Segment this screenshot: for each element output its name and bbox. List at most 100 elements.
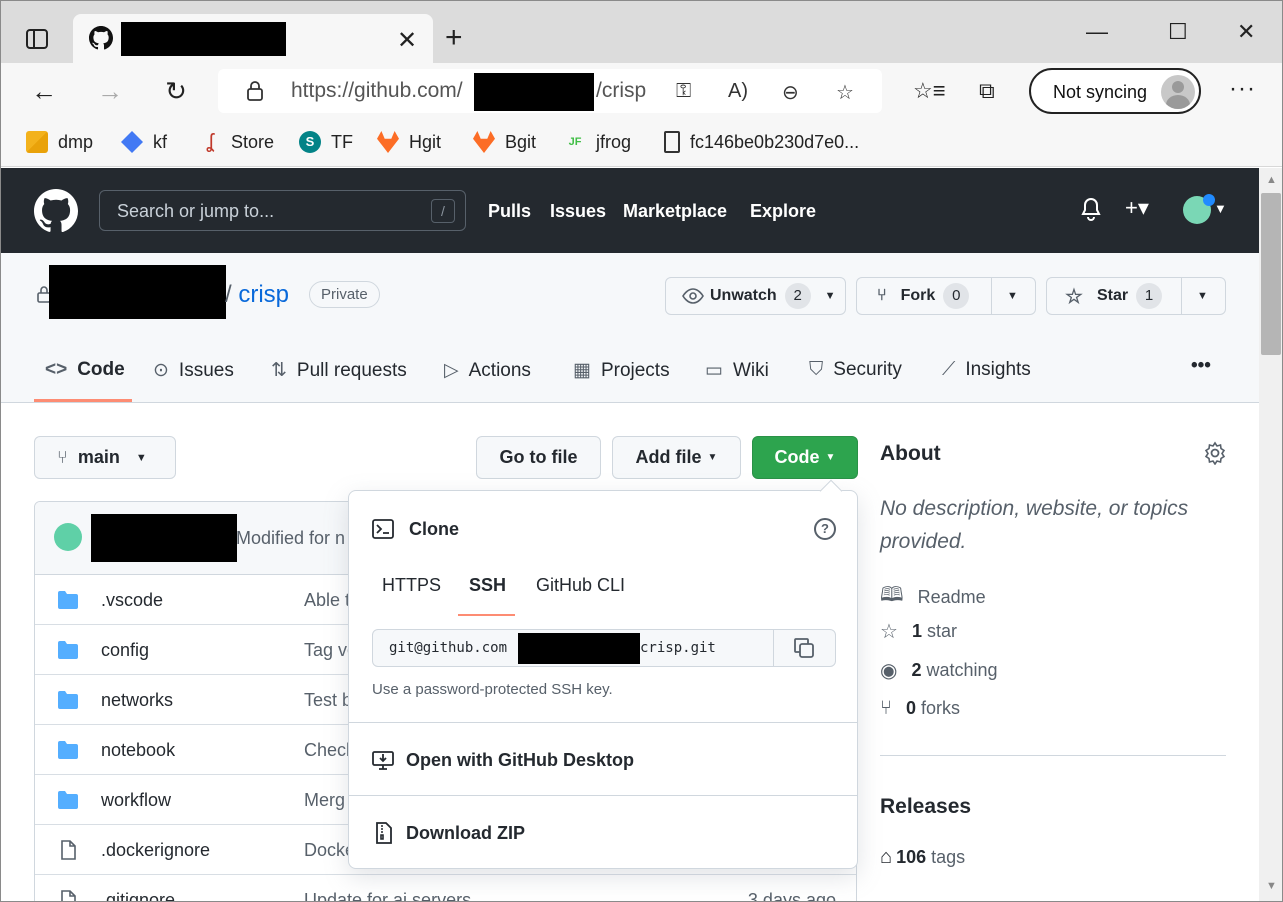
nav-pulls[interactable]: Pulls (488, 201, 531, 222)
tags-link[interactable]: ⌂ 106 tags (880, 846, 965, 869)
chevron-down-icon: ▼ (135, 451, 147, 464)
tab-github-cli[interactable]: GitHub CLI (536, 575, 625, 596)
url-text: https://github.com/ (291, 79, 463, 102)
url-redacted (474, 73, 594, 111)
favorite-hgit[interactable]: Hgit (377, 131, 441, 153)
tab-insights[interactable]: ⟋ Insights (942, 359, 1031, 381)
favorites-icon[interactable]: ☆≡ (913, 78, 946, 104)
file-name[interactable]: config (101, 640, 149, 661)
browser-toolbar: ← → ↻ https://github.com/ /crisp ⚿ A) ⊖ … (1, 63, 1282, 119)
file-commit-message[interactable]: Test b (304, 690, 352, 711)
tab-ssh[interactable]: SSH (469, 575, 506, 596)
go-to-file-button[interactable]: Go to file (476, 436, 601, 479)
more-tabs-icon[interactable]: ••• (1191, 355, 1211, 377)
nav-explore[interactable]: Explore (750, 201, 816, 222)
file-name[interactable]: workflow (101, 790, 171, 811)
favorite-dmp[interactable]: dmp (26, 131, 93, 153)
vertical-scrollbar[interactable]: ▲ ▼ (1259, 168, 1282, 901)
search-placeholder: Search or jump to... (117, 201, 275, 221)
watching-link[interactable]: ◉ 2 watching (880, 658, 998, 683)
add-favorite-icon[interactable]: ☆ (836, 80, 854, 105)
key-icon[interactable]: ⚿ (676, 80, 691, 103)
favorite-store[interactable]: ʆ Store (199, 131, 275, 153)
commit-message[interactable]: Modified for n (236, 528, 345, 549)
releases-heading[interactable]: Releases (880, 795, 971, 819)
tab-wiki[interactable]: ▭ Wiki (705, 359, 769, 382)
visibility-badge: Private (309, 281, 380, 308)
refresh-button[interactable]: ↻ (160, 75, 192, 107)
stars-link[interactable]: ☆ 1 star (880, 619, 957, 644)
address-bar[interactable]: https://github.com/ /crisp ⚿ A) ⊖ ☆ (218, 69, 882, 113)
readme-link[interactable]: 🕮 Readme (880, 580, 986, 614)
search-input[interactable]: Search or jump to... / (99, 190, 466, 231)
favorite-jfrog[interactable]: JF jfrog (564, 131, 631, 153)
profile-sync-button[interactable]: Not syncing (1029, 68, 1201, 114)
tag-icon: ⌂ (880, 846, 893, 868)
browser-menu-icon[interactable]: ··· (1229, 75, 1256, 103)
maximize-button[interactable]: ☐ (1168, 19, 1188, 45)
tab-actions-icon[interactable] (23, 25, 51, 53)
favorite-tf[interactable]: S TF (299, 131, 353, 153)
favorite-bgit[interactable]: Bgit (473, 131, 536, 153)
scrollbar-thumb[interactable] (1261, 193, 1281, 355)
gear-icon[interactable] (1203, 441, 1227, 465)
file-name[interactable]: .dockerignore (101, 840, 210, 861)
chevron-down-icon[interactable]: ▼ (1007, 278, 1018, 314)
create-new-icon[interactable]: +▾ (1125, 195, 1149, 221)
minimize-button[interactable]: — (1086, 19, 1108, 45)
chevron-down-icon[interactable]: ▼ (1214, 201, 1227, 216)
file-name[interactable]: .vscode (101, 590, 163, 611)
repo-header: / crisp Private Unwatch 2 ▼ ⑂ Fork 0 ▼ ☆ St… (1, 253, 1259, 403)
help-icon[interactable]: ? (814, 518, 836, 540)
file-name[interactable]: .gitignore (101, 890, 175, 901)
file-commit-message[interactable]: Update for ai servers (304, 890, 471, 901)
scroll-up-icon[interactable]: ▲ (1266, 174, 1277, 186)
unwatch-button[interactable]: Unwatch 2 ▼ (665, 277, 846, 315)
file-name[interactable]: notebook (101, 740, 175, 761)
tab-pull-requests[interactable]: ⇅ Pull requests (271, 359, 407, 382)
file-commit-message[interactable]: Merg (304, 790, 345, 811)
tab-https[interactable]: HTTPS (382, 575, 441, 596)
star-button[interactable]: ☆ Star 1 ▼ (1046, 277, 1226, 315)
file-commit-message[interactable]: Able t (304, 590, 350, 611)
file-name[interactable]: networks (101, 690, 173, 711)
url-text-suffix: /crisp (596, 79, 647, 102)
github-logo-icon[interactable] (34, 189, 78, 233)
github-favicon-icon (89, 26, 113, 50)
branch-selector[interactable]: ⑂ main ▼ (34, 436, 176, 479)
scroll-down-icon[interactable]: ▼ (1266, 880, 1277, 892)
zoom-icon[interactable]: ⊖ (782, 80, 799, 105)
tab-close-icon[interactable]: ✕ (397, 26, 417, 55)
tab-issues[interactable]: ⊙ Issues (153, 359, 234, 382)
open-desktop-button[interactable]: Open with GitHub Desktop (372, 749, 634, 771)
back-button[interactable]: ← (28, 75, 60, 107)
clone-url-input[interactable]: git@github.com crisp.git (372, 629, 836, 667)
play-icon: ▷ (444, 360, 459, 381)
read-aloud-icon[interactable]: A) (728, 80, 748, 103)
tab-code[interactable]: <> Code (45, 359, 125, 381)
nav-issues[interactable]: Issues (550, 201, 606, 222)
forward-button[interactable]: → (94, 75, 126, 107)
tab-actions[interactable]: ▷ Actions (444, 359, 531, 382)
favorite-kf[interactable]: kf (121, 131, 167, 153)
fork-button[interactable]: ⑂ Fork 0 ▼ (856, 277, 1036, 315)
add-file-button[interactable]: Add file ▼ (612, 436, 741, 479)
nav-marketplace[interactable]: Marketplace (623, 201, 727, 222)
favorite-file[interactable]: fc146be0b230d7e0... (664, 131, 859, 153)
repo-name[interactable]: / crisp (225, 281, 289, 309)
chevron-down-icon[interactable]: ▼ (1197, 278, 1208, 314)
bell-icon[interactable] (1080, 197, 1102, 221)
gitlab-icon (473, 131, 495, 153)
tab-security[interactable]: ⛉ Security (809, 359, 902, 381)
collections-icon[interactable]: ⧉ (979, 78, 995, 104)
code-button[interactable]: Code ▼ (752, 436, 858, 479)
copy-button[interactable] (773, 630, 835, 666)
download-zip-button[interactable]: Download ZIP (372, 822, 525, 844)
table-row[interactable]: .gitignore Update for ai servers 3 days ag… (35, 875, 856, 901)
close-window-button[interactable]: ✕ (1237, 19, 1255, 45)
new-tab-button[interactable]: + (445, 21, 463, 55)
lock-icon[interactable] (246, 81, 264, 101)
browser-tab[interactable]: ✕ (73, 14, 433, 63)
tab-projects[interactable]: ▦ Projects (573, 359, 670, 382)
forks-link[interactable]: ⑂ 0 forks (880, 697, 960, 720)
